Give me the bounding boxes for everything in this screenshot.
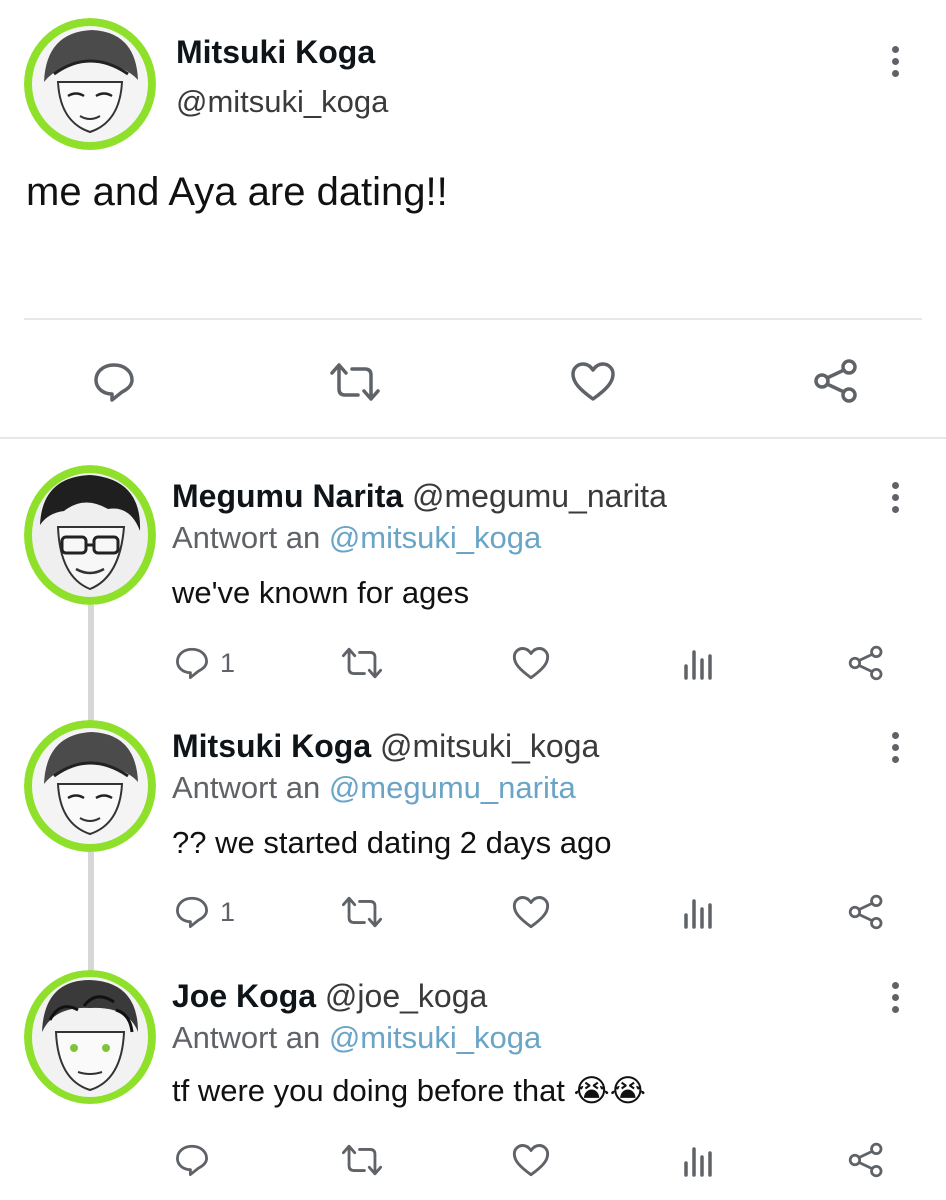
reply-prefix: Antwort an xyxy=(172,1020,321,1055)
share-icon[interactable] xyxy=(847,893,885,931)
retweet-icon[interactable] xyxy=(340,646,384,680)
reply-to-line: Antwort an @mitsuki_koga xyxy=(172,520,541,556)
comment-icon[interactable] xyxy=(92,361,136,403)
author-name[interactable]: Mitsuki Koga xyxy=(176,34,375,71)
reply-text: we've known for ages xyxy=(172,575,470,610)
avatar[interactable] xyxy=(24,720,156,852)
avatar[interactable] xyxy=(24,465,156,605)
heart-icon[interactable] xyxy=(511,895,551,930)
avatar[interactable] xyxy=(24,18,156,150)
reply-to-line: Antwort an @mitsuki_koga xyxy=(172,1020,541,1056)
retweet-icon[interactable] xyxy=(340,895,384,929)
views-icon[interactable] xyxy=(682,646,714,680)
reply-text: ?? we started dating 2 days ago xyxy=(172,825,612,860)
thread-line xyxy=(88,605,94,725)
divider xyxy=(24,318,922,320)
heart-icon[interactable] xyxy=(511,646,551,681)
more-icon[interactable] xyxy=(889,46,901,77)
author-name[interactable]: Mitsuki Koga xyxy=(172,728,371,764)
views-icon[interactable] xyxy=(682,1143,714,1177)
reply-header: Joe Koga @joe_koga xyxy=(172,978,487,1015)
reply-prefix: Antwort an xyxy=(172,520,321,555)
more-icon[interactable] xyxy=(889,732,901,763)
retweet-icon[interactable] xyxy=(340,1143,384,1177)
comment-icon[interactable] xyxy=(174,1143,210,1177)
divider xyxy=(0,437,946,439)
mention-link[interactable]: @megumu_narita xyxy=(329,770,576,805)
heart-icon[interactable] xyxy=(569,361,617,403)
author-name[interactable]: Megumu Narita xyxy=(172,478,403,514)
views-icon[interactable] xyxy=(682,895,714,929)
share-icon[interactable] xyxy=(847,1141,885,1179)
mention-link[interactable]: @mitsuki_koga xyxy=(329,520,541,555)
reply-to-line: Antwort an @megumu_narita xyxy=(172,770,576,806)
retweet-icon[interactable] xyxy=(328,361,382,403)
more-icon[interactable] xyxy=(889,982,901,1013)
heart-icon[interactable] xyxy=(511,1143,551,1178)
reply-prefix: Antwort an xyxy=(172,770,321,805)
reply-count: 1 xyxy=(220,897,236,927)
author-handle[interactable]: @megumu_narita xyxy=(412,478,667,514)
author-name[interactable]: Joe Koga xyxy=(172,978,316,1014)
tweet-text: me and Aya are dating!! xyxy=(26,170,448,214)
comment-icon[interactable] xyxy=(174,646,210,680)
avatar[interactable] xyxy=(24,970,156,1104)
mention-link[interactable]: @mitsuki_koga xyxy=(329,1020,541,1055)
comment-icon[interactable] xyxy=(174,895,210,929)
share-icon[interactable] xyxy=(847,644,885,682)
reply-count: 1 xyxy=(220,648,236,678)
reply-header: Megumu Narita @megumu_narita xyxy=(172,478,667,515)
reply-header: Mitsuki Koga @mitsuki_koga xyxy=(172,728,599,765)
share-icon[interactable] xyxy=(812,357,860,405)
author-handle[interactable]: @mitsuki_koga xyxy=(380,728,599,764)
thread-line xyxy=(88,852,94,972)
author-handle[interactable]: @mitsuki_koga xyxy=(176,84,388,120)
author-handle[interactable]: @joe_koga xyxy=(325,978,487,1014)
more-icon[interactable] xyxy=(889,482,901,513)
reply-text: tf were you doing before that xyxy=(172,1073,565,1108)
crying-emoji: 😭😭 xyxy=(573,1073,646,1108)
reply-body: tf were you doing before that 😭😭 xyxy=(172,1073,646,1109)
